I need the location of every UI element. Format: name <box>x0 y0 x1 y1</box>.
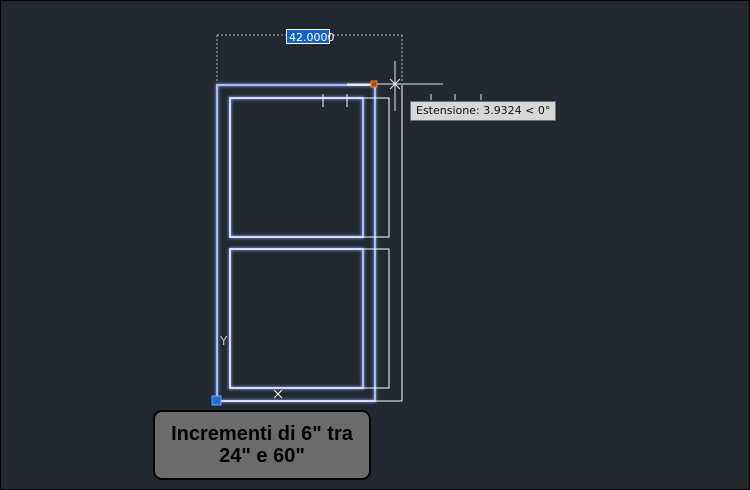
ucs-y-icon: Y <box>219 334 228 348</box>
base-grip[interactable] <box>211 395 222 406</box>
upper-panel[interactable] <box>229 97 364 238</box>
caption-line-1: Incrementi di 6" tra <box>171 423 353 445</box>
dimension-input-field[interactable]: 42.0000 <box>286 29 335 44</box>
midpoint-marker-icon <box>273 389 283 399</box>
caption-line-2: 24" e 60" <box>219 445 305 467</box>
caption-box: Incrementi di 6" tra 24" e 60" <box>153 410 371 480</box>
endpoint-grip-marker[interactable] <box>370 80 378 88</box>
outer-frame[interactable] <box>216 84 376 402</box>
selected-frame[interactable] <box>216 84 376 402</box>
lower-panel[interactable] <box>229 248 364 389</box>
cad-viewport[interactable]: Y 42.0000 Estensione: 3.9324 < 0° Increm… <box>0 0 750 490</box>
extension-tooltip: Estensione: 3.9324 < 0° <box>410 101 557 121</box>
cad-drawing[interactable]: Y <box>1 1 749 489</box>
preview-lower-panel <box>229 248 390 389</box>
preview-upper-panel <box>229 97 390 238</box>
